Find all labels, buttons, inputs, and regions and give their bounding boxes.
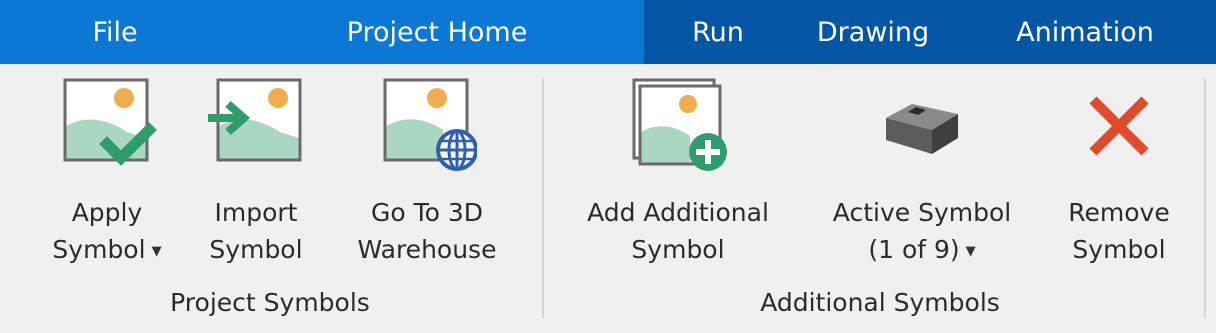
- group-divider: [542, 78, 544, 318]
- import-symbol-label-line2: Symbol: [209, 235, 303, 264]
- dropdown-caret-icon[interactable]: ▼: [152, 244, 162, 259]
- apply-symbol-label-line1: Apply: [71, 198, 143, 227]
- tab-file-label: File: [92, 16, 138, 48]
- tab-run-label: Run: [692, 16, 744, 48]
- group-label-additional-symbols: Additional Symbols: [760, 288, 1000, 317]
- ribbon-panel: Apply Symbol ▼ Import Symbol Go To 3D Wa…: [0, 64, 1216, 333]
- tab-project-home[interactable]: Project Home: [230, 0, 644, 64]
- remove-symbol-button[interactable]: Remove Symbol: [1054, 72, 1184, 268]
- import-symbol-label: Import Symbol: [209, 194, 302, 268]
- group-label-project-symbols: Project Symbols: [170, 288, 370, 317]
- tab-drawing-label: Drawing: [816, 16, 930, 48]
- apply-symbol-label: Apply Symbol ▼: [52, 194, 161, 270]
- add-additional-symbol-label-line1: Add Additional: [587, 198, 769, 227]
- 3d-warehouse-button[interactable]: Go To 3D Warehouse: [340, 72, 514, 268]
- add-additional-symbol-button[interactable]: Add Additional Symbol: [566, 72, 790, 268]
- import-symbol-icon: [206, 72, 306, 176]
- remove-symbol-label-line2: Symbol: [1072, 235, 1166, 264]
- 3d-warehouse-label-line2: Warehouse: [357, 235, 497, 264]
- 3d-warehouse-label-line1: Go To 3D: [370, 198, 484, 227]
- 3d-warehouse-icon: [377, 72, 477, 176]
- import-symbol-button[interactable]: Import Symbol: [196, 72, 316, 268]
- active-symbol-icon: [872, 72, 972, 176]
- remove-x-icon: [1069, 72, 1169, 176]
- tab-animation[interactable]: Animation: [954, 0, 1216, 64]
- tab-animation-label: Animation: [1016, 16, 1154, 48]
- active-symbol-label: Active Symbol (1 of 9) ▼: [833, 194, 1011, 270]
- tab-run[interactable]: Run: [644, 0, 792, 64]
- add-additional-symbol-label-line2: Symbol: [631, 235, 725, 264]
- ribbon-tab-bar: File Project Home Run Drawing Animation: [0, 0, 1216, 64]
- active-symbol-label-line1: Active Symbol: [832, 198, 1012, 227]
- apply-symbol-button[interactable]: Apply Symbol ▼: [42, 72, 172, 270]
- active-symbol-label-line2: (1 of 9): [868, 235, 960, 264]
- active-symbol-button[interactable]: Active Symbol (1 of 9) ▼: [810, 72, 1034, 270]
- tab-file[interactable]: File: [0, 0, 230, 64]
- 3d-warehouse-label: Go To 3D Warehouse: [358, 194, 497, 268]
- dropdown-caret-icon[interactable]: ▼: [966, 244, 976, 259]
- add-additional-symbol-label: Add Additional Symbol: [587, 194, 769, 268]
- group-divider: [1204, 78, 1206, 318]
- remove-symbol-label: Remove Symbol: [1068, 194, 1169, 268]
- add-symbol-icon: [628, 72, 728, 176]
- apply-symbol-icon: [57, 72, 157, 176]
- tab-project-home-label: Project Home: [346, 16, 528, 48]
- tab-drawing[interactable]: Drawing: [792, 0, 954, 64]
- remove-symbol-label-line1: Remove: [1068, 198, 1170, 227]
- apply-symbol-label-line2: Symbol: [52, 235, 146, 264]
- import-symbol-label-line1: Import: [214, 198, 298, 227]
